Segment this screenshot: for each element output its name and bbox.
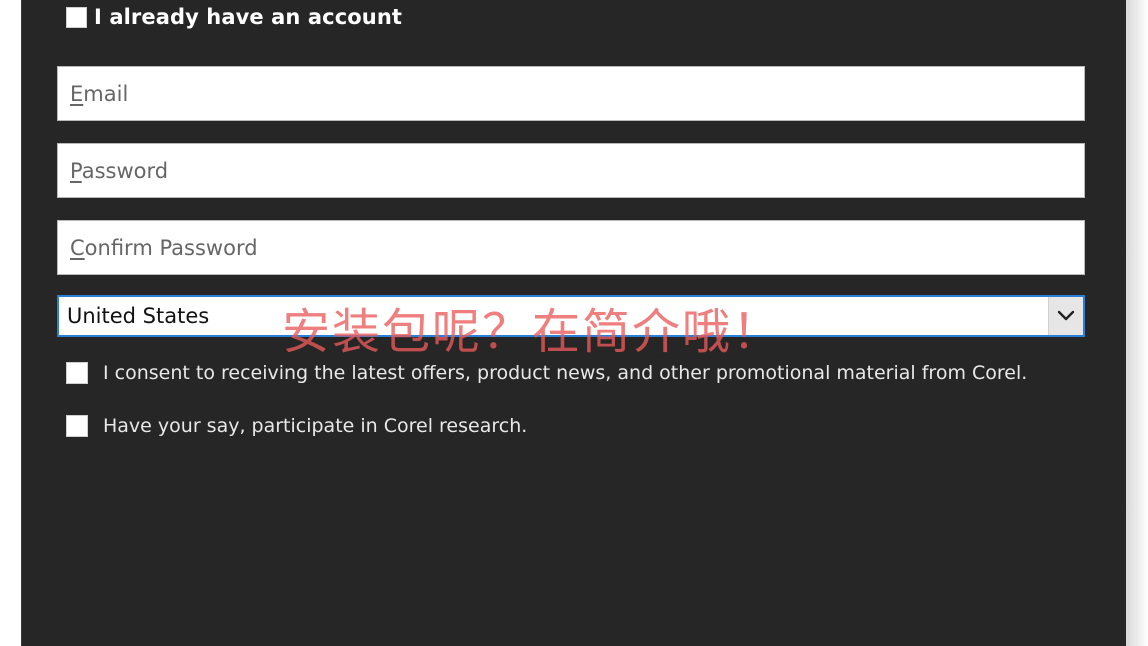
- already-have-account-row[interactable]: I already have an account: [66, 5, 402, 29]
- password-field[interactable]: Password: [57, 143, 1085, 198]
- background-right-edge: [1126, 0, 1148, 646]
- already-have-account-label: I already have an account: [94, 5, 403, 29]
- confirm-password-field[interactable]: Confirm Password: [57, 220, 1085, 275]
- consent-offers-label: I consent to receiving the latest offers…: [103, 362, 1028, 384]
- email-field[interactable]: Email: [57, 66, 1085, 121]
- chevron-down-icon-graphic: [1057, 310, 1075, 321]
- consent-research-row[interactable]: Have your say, participate in Corel rese…: [66, 415, 527, 437]
- consent-offers-row[interactable]: I consent to receiving the latest offers…: [66, 362, 1027, 384]
- consent-research-label: Have your say, participate in Corel rese…: [103, 415, 528, 437]
- background-left-edge: [0, 0, 21, 646]
- confirm-password-input[interactable]: [70, 234, 1072, 261]
- email-input[interactable]: [70, 80, 1072, 107]
- consent-offers-checkbox[interactable]: [66, 362, 88, 384]
- country-selected-value: United States: [67, 304, 210, 328]
- already-have-account-checkbox[interactable]: [66, 6, 87, 28]
- password-input[interactable]: [70, 157, 1072, 184]
- chevron-down-icon[interactable]: [1048, 297, 1083, 335]
- country-select[interactable]: United States: [57, 295, 1085, 337]
- consent-research-checkbox[interactable]: [66, 415, 88, 437]
